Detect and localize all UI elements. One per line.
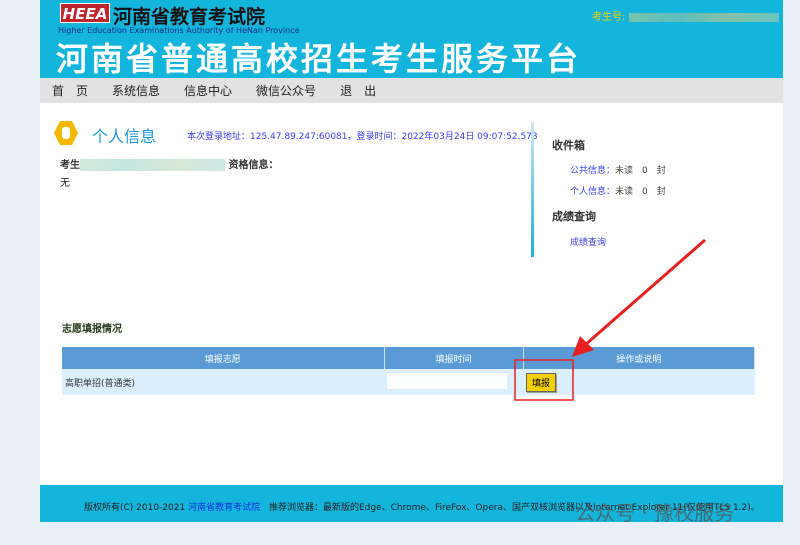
annotation-highlight-box	[514, 359, 574, 401]
watermark: 公众号 · 豫校服务	[575, 501, 735, 525]
annotation-overlay	[514, 238, 706, 401]
annotation-arrow-shaft	[584, 238, 706, 347]
